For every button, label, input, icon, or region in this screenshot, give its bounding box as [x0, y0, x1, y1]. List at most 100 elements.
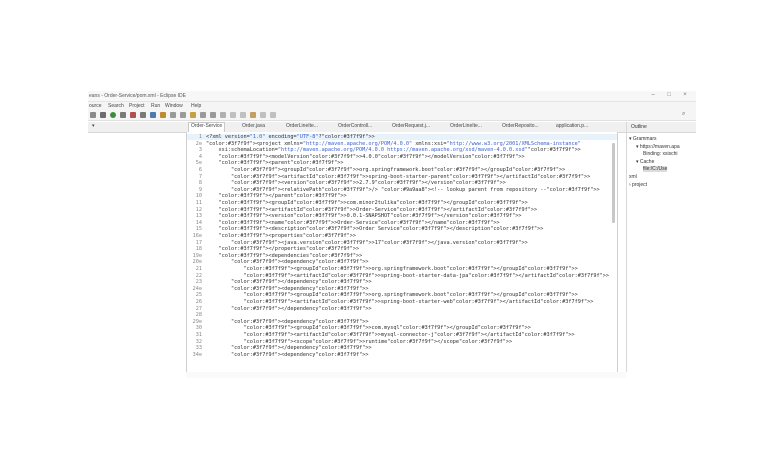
code-text[interactable]: "color:#3f7f9f"><dependency"color:#3f7f9…: [206, 259, 368, 265]
code-line[interactable]: 10 "color:#3f7f9f"></parent"color:#3f7f9…: [187, 193, 617, 199]
toolbar-icon[interactable]: [230, 112, 236, 118]
code-text[interactable]: "color:#3f7f9f"></dependency"color:#3f7f…: [206, 345, 372, 351]
code-text[interactable]: "color:#3f7f9f"><version"color:#3f7f9f">…: [206, 213, 522, 219]
outline-item[interactable]: ▾ Grammars: [629, 136, 657, 142]
code-line[interactable]: 23 "color:#3f7f9f"></dependency"color:#3…: [187, 279, 617, 285]
xml-editor[interactable]: 1 <?xml version="1.0" encoding="UTF-8"?"c…: [186, 132, 618, 373]
editor-scrollbar[interactable]: [612, 143, 615, 223]
code-line[interactable]: 6 "color:#3f7f9f"><groupId"color:#3f7f9f…: [187, 167, 617, 173]
tab-orderrequest[interactable]: OrderRequest.j...: [390, 123, 432, 131]
code-line[interactable]: 4 "color:#3f7f9f"><modelVersion"color:#3…: [187, 154, 617, 160]
code-text[interactable]: "color:#3f7f9f"><description"color:#3f7f…: [206, 226, 544, 232]
code-text[interactable]: "color:#3f7f9f"><groupId"color:#3f7f9f">…: [206, 200, 528, 206]
code-line[interactable]: 31 "color:#3f7f9f"><artifactId"color:#3f…: [187, 332, 617, 338]
code-text[interactable]: "color:#3f7f9f"><groupId"color:#3f7f9f">…: [206, 292, 577, 298]
code-line[interactable]: 13 "color:#3f7f9f"><version"color:#3f7f9…: [187, 213, 617, 219]
code-text[interactable]: "color:#3f7f9f"><groupId"color:#3f7f9f">…: [206, 167, 565, 173]
code-line[interactable]: 22 "color:#3f7f9f"><artifactId"color:#3f…: [187, 273, 617, 279]
code-text[interactable]: "color:#3f7f9f"></parent"color:#3f7f9f">…: [206, 193, 347, 199]
code-text[interactable]: "color:#3f7f9f"><artifactId"color:#3f7f9…: [206, 207, 538, 213]
code-text[interactable]: "color:#3f7f9f"></dependency"color:#3f7f…: [206, 306, 372, 312]
minimize-button[interactable]: –: [648, 92, 658, 98]
tab-order-java[interactable]: Order.java: [240, 123, 267, 131]
run-icon[interactable]: [110, 112, 116, 118]
code-text[interactable]: "color:#3f7f9f"><dependencies"color:#3f7…: [206, 253, 363, 259]
code-text[interactable]: "color:#3f7f9f"><groupId"color:#3f7f9f">…: [206, 266, 577, 272]
code-text[interactable]: "color:#3f7f9f"><artifactId"color:#3f7f9…: [206, 273, 608, 279]
toolbar-icon[interactable]: [270, 112, 276, 118]
toolbar-icon[interactable]: [140, 112, 146, 118]
tab-pom-xml[interactable]: Order-Service: [188, 122, 226, 132]
code-line[interactable]: 8 "color:#3f7f9f"><version"color:#3f7f9f…: [187, 180, 617, 186]
outline-item[interactable]: Binding: xsischi: [643, 151, 677, 157]
code-line[interactable]: 7 "color:#3f7f9f"><artifactId"color:#3f7…: [187, 174, 617, 180]
code-line[interactable]: 30 "color:#3f7f9f"><groupId"color:#3f7f9…: [187, 325, 617, 331]
code-line[interactable]: 19⊖ "color:#3f7f9f"><dependencies"color:…: [187, 253, 617, 259]
code-line[interactable]: 16⊖ "color:#3f7f9f"><properties"color:#3…: [187, 233, 617, 239]
code-text[interactable]: "color:#3f7f9f"><parent"color:#3f7f9f">>: [206, 160, 344, 166]
code-line[interactable]: 11 "color:#3f7f9f"><groupId"color:#3f7f9…: [187, 200, 617, 206]
code-text[interactable]: "color:#3f7f9f"><dependency"color:#3f7f9…: [206, 286, 368, 292]
code-text[interactable]: "color:#3f7f9f"><artifactId"color:#3f7f9…: [206, 174, 590, 180]
code-line[interactable]: 9 "color:#3f7f9f"><relativePath"color:#3…: [187, 187, 617, 193]
menu-project[interactable]: Project: [129, 103, 145, 109]
code-line[interactable]: 29⊖ "color:#3f7f9f"><dependency"color:#3…: [187, 319, 617, 325]
code-text[interactable]: "color:#3f7f9f"><properties"color:#3f7f9…: [206, 233, 356, 239]
code-line[interactable]: 2⊖ "color:#3f7f9f"><project xmlns="http:/…: [187, 141, 617, 147]
tab-orderlineitem[interactable]: OrderLineIte...: [284, 123, 320, 131]
code-line[interactable]: 20⊖ "color:#3f7f9f"><dependency"color:#3…: [187, 259, 617, 265]
code-text[interactable]: "color:#3f7f9f"></properties"color:#3f7f…: [206, 246, 360, 252]
code-text[interactable]: xsi:schemaLocation="http://maven.apache.…: [206, 147, 580, 153]
tab-orderlineitem-2[interactable]: OrderLineIte...: [448, 123, 484, 131]
code-text[interactable]: "color:#3f7f9f"><dependency"color:#3f7f9…: [206, 319, 368, 325]
tab-application-properties[interactable]: application.p...: [554, 123, 590, 131]
code-line[interactable]: 17 "color:#3f7f9f"><java.version"color:#…: [187, 240, 617, 246]
toolbar-icon[interactable]: [150, 112, 156, 118]
code-line[interactable]: 12 "color:#3f7f9f"><artifactId"color:#3f…: [187, 207, 617, 213]
toolbar-icon[interactable]: [250, 112, 256, 118]
code-text[interactable]: "color:#3f7f9f"><project xmlns="http://m…: [206, 141, 581, 147]
code-text[interactable]: "color:#3f7f9f"><groupId"color:#3f7f9f">…: [206, 325, 530, 331]
code-text[interactable]: "color:#3f7f9f"><scope"color:#3f7f9f">>r…: [206, 339, 512, 345]
toolbar-icon[interactable]: [160, 112, 166, 118]
code-text[interactable]: "color:#3f7f9f"><version"color:#3f7f9f">…: [206, 180, 506, 186]
debug-icon[interactable]: [130, 112, 136, 118]
outline-item[interactable]: xml: [629, 174, 637, 180]
toolbar-icon[interactable]: [180, 112, 186, 118]
code-line[interactable]: 3 xsi:schemaLocation="http://maven.apach…: [187, 147, 617, 153]
toolbar-icon[interactable]: [260, 112, 266, 118]
code-line[interactable]: 21 "color:#3f7f9f"><groupId"color:#3f7f9…: [187, 266, 617, 272]
toolbar-icon[interactable]: [200, 112, 206, 118]
maximize-button[interactable]: □: [664, 92, 674, 98]
left-view-menu-icon[interactable]: ▾: [90, 123, 97, 131]
code-text[interactable]: <?xml version="1.0" encoding="UTF-8"?"co…: [206, 134, 375, 140]
menu-source[interactable]: ource: [89, 103, 102, 109]
tab-orderrepository[interactable]: OrderReposito...: [500, 123, 541, 131]
outline-item[interactable]: ▾ https://maven.apa: [636, 144, 680, 150]
toolbar-icon[interactable]: [120, 112, 126, 118]
toolbar-icon[interactable]: [210, 112, 216, 118]
outline-item[interactable]: ▾ Cache: [636, 159, 654, 165]
outline-item[interactable]: file:/C:/Use: [643, 166, 668, 173]
tab-ordercontroller[interactable]: OrderControll...: [336, 123, 374, 131]
code-text[interactable]: "color:#3f7f9f"><artifactId"color:#3f7f9…: [206, 299, 593, 305]
code-text[interactable]: "color:#3f7f9f"></dependency"color:#3f7f…: [206, 279, 372, 285]
toolbar-icon[interactable]: [240, 112, 246, 118]
code-line[interactable]: 24⊖ "color:#3f7f9f"><dependency"color:#3…: [187, 286, 617, 292]
code-text[interactable]: "color:#3f7f9f"><dependency"color:#3f7f9…: [206, 352, 368, 358]
menu-search[interactable]: Search: [108, 103, 124, 109]
code-text[interactable]: "color:#3f7f9f"><relativePath"color:#3f7…: [206, 187, 600, 193]
code-line[interactable]: 14 "color:#3f7f9f"><name"color:#3f7f9f">…: [187, 220, 617, 226]
code-line[interactable]: 27 "color:#3f7f9f"></dependency"color:#3…: [187, 306, 617, 312]
toolbar-icon[interactable]: [90, 112, 96, 118]
code-line[interactable]: 18 "color:#3f7f9f"></properties"color:#3…: [187, 246, 617, 252]
code-line[interactable]: 1 <?xml version="1.0" encoding="UTF-8"?"c…: [187, 134, 617, 140]
code-text[interactable]: "color:#3f7f9f"><artifactId"color:#3f7f9…: [206, 332, 574, 338]
code-text[interactable]: "color:#3f7f9f"><name"color:#3f7f9f">>Or…: [206, 220, 500, 226]
search-icon[interactable]: ⌕: [682, 111, 685, 118]
outline-item[interactable]: › project: [629, 182, 647, 188]
code-line[interactable]: 25 "color:#3f7f9f"><groupId"color:#3f7f9…: [187, 292, 617, 298]
code-line[interactable]: 32 "color:#3f7f9f"><scope"color:#3f7f9f"…: [187, 339, 617, 345]
toolbar-icon[interactable]: [190, 112, 196, 118]
code-line[interactable]: 26 "color:#3f7f9f"><artifactId"color:#3f…: [187, 299, 617, 305]
